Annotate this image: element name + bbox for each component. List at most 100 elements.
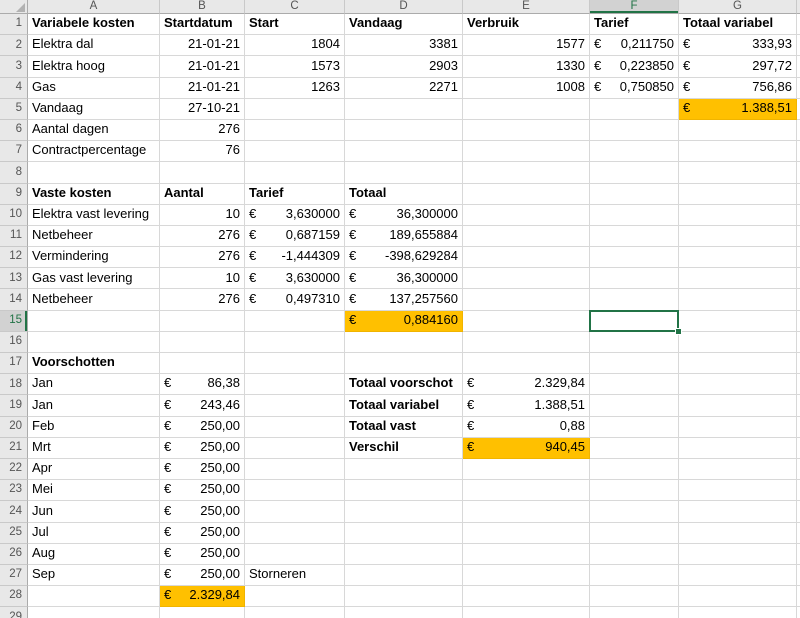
- cell-E22[interactable]: [463, 458, 590, 481]
- cell-D16[interactable]: [345, 331, 463, 353]
- fill-handle[interactable]: [675, 327, 682, 335]
- cell-D22[interactable]: [345, 458, 463, 481]
- cell-G28[interactable]: [679, 586, 797, 608]
- cell-C17[interactable]: [245, 353, 345, 375]
- cell-C10[interactable]: €3,630000: [245, 204, 345, 226]
- cell-A19[interactable]: Jan: [28, 395, 160, 417]
- cell-B27[interactable]: €250,00: [160, 564, 245, 587]
- cell-F18[interactable]: [590, 374, 679, 396]
- cell-B14[interactable]: 276: [160, 289, 245, 311]
- cell-A21[interactable]: Mrt: [28, 437, 160, 459]
- cell-F25[interactable]: [590, 522, 679, 544]
- row-header-2[interactable]: 2: [0, 35, 28, 57]
- cell-D6[interactable]: [345, 119, 463, 142]
- row-header-3[interactable]: 3: [0, 56, 28, 78]
- cell-B10[interactable]: 10: [160, 204, 245, 226]
- row-header-1[interactable]: 1: [0, 14, 28, 36]
- cell-C5[interactable]: [245, 98, 345, 120]
- cell-D9[interactable]: Totaal: [345, 183, 463, 205]
- row-header-10[interactable]: 10: [0, 204, 28, 226]
- cell-G15[interactable]: [679, 310, 797, 332]
- cell-B6[interactable]: 276: [160, 119, 245, 142]
- cell-A8[interactable]: [28, 162, 160, 184]
- cell-D15[interactable]: €0,884160: [345, 310, 463, 332]
- cell-F16[interactable]: [590, 331, 679, 353]
- cell-G7[interactable]: [679, 141, 797, 163]
- cell-A7[interactable]: Contractpercentage: [28, 141, 160, 163]
- column-header-G[interactable]: G: [679, 0, 797, 14]
- cell-E7[interactable]: [463, 141, 590, 163]
- cell-C13[interactable]: €3,630000: [245, 268, 345, 290]
- cell-B28[interactable]: €2.329,84: [160, 586, 245, 608]
- cell-C21[interactable]: [245, 437, 345, 459]
- cell-D25[interactable]: [345, 522, 463, 544]
- cell-B16[interactable]: [160, 331, 245, 353]
- cell-G12[interactable]: [679, 247, 797, 269]
- cell-D26[interactable]: [345, 543, 463, 565]
- cell-D29[interactable]: [345, 607, 463, 618]
- cell-A6[interactable]: Aantal dagen: [28, 119, 160, 142]
- cell-C14[interactable]: €0,497310: [245, 289, 345, 311]
- cell-D7[interactable]: [345, 141, 463, 163]
- cell-B21[interactable]: €250,00: [160, 437, 245, 459]
- cell-B7[interactable]: 76: [160, 141, 245, 163]
- cell-F13[interactable]: [590, 268, 679, 290]
- cell-F20[interactable]: [590, 416, 679, 438]
- cell-A27[interactable]: Sep: [28, 564, 160, 587]
- cell-E6[interactable]: [463, 119, 590, 142]
- row-header-14[interactable]: 14: [0, 289, 28, 311]
- cell-G11[interactable]: [679, 225, 797, 248]
- cell-C26[interactable]: [245, 543, 345, 565]
- cell-A2[interactable]: Elektra dal: [28, 35, 160, 57]
- cell-D23[interactable]: [345, 480, 463, 502]
- cell-F5[interactable]: [590, 98, 679, 120]
- row-header-13[interactable]: 13: [0, 268, 28, 290]
- row-header-28[interactable]: 28: [0, 586, 28, 608]
- cell-C6[interactable]: [245, 119, 345, 142]
- row-header-23[interactable]: 23: [0, 480, 28, 502]
- cell-F3[interactable]: €0,223850: [590, 56, 679, 78]
- cell-F24[interactable]: [590, 501, 679, 523]
- cell-F4[interactable]: €0,750850: [590, 77, 679, 99]
- cell-A28[interactable]: [28, 586, 160, 608]
- cell-A29[interactable]: [28, 607, 160, 618]
- cell-B2[interactable]: 21-01-21: [160, 35, 245, 57]
- cell-A4[interactable]: Gas: [28, 77, 160, 99]
- cell-G14[interactable]: [679, 289, 797, 311]
- cell-C23[interactable]: [245, 480, 345, 502]
- row-header-29[interactable]: 29: [0, 607, 28, 618]
- cell-B12[interactable]: 276: [160, 247, 245, 269]
- cell-C18[interactable]: [245, 374, 345, 396]
- cell-C20[interactable]: [245, 416, 345, 438]
- cell-E28[interactable]: [463, 586, 590, 608]
- row-header-22[interactable]: 22: [0, 458, 28, 481]
- cell-G13[interactable]: [679, 268, 797, 290]
- row-header-18[interactable]: 18: [0, 374, 28, 396]
- cell-D2[interactable]: 3381: [345, 35, 463, 57]
- cell-B25[interactable]: €250,00: [160, 522, 245, 544]
- cell-G18[interactable]: [679, 374, 797, 396]
- cell-D13[interactable]: €36,300000: [345, 268, 463, 290]
- cell-D27[interactable]: [345, 564, 463, 587]
- cell-E20[interactable]: €0,88: [463, 416, 590, 438]
- cell-F28[interactable]: [590, 586, 679, 608]
- row-header-6[interactable]: 6: [0, 119, 28, 142]
- cell-F1[interactable]: Tarief: [590, 14, 679, 36]
- row-header-24[interactable]: 24: [0, 501, 28, 523]
- cell-C9[interactable]: Tarief: [245, 183, 345, 205]
- cell-B5[interactable]: 27-10-21: [160, 98, 245, 120]
- cell-G27[interactable]: [679, 564, 797, 587]
- cell-B11[interactable]: 276: [160, 225, 245, 248]
- cell-A26[interactable]: Aug: [28, 543, 160, 565]
- cell-D11[interactable]: €189,655884: [345, 225, 463, 248]
- cell-D12[interactable]: € -398,629284: [345, 247, 463, 269]
- row-header-11[interactable]: 11: [0, 225, 28, 248]
- cell-G21[interactable]: [679, 437, 797, 459]
- cell-C15[interactable]: [245, 310, 345, 332]
- row-header-27[interactable]: 27: [0, 564, 28, 587]
- cell-F17[interactable]: [590, 353, 679, 375]
- cell-G24[interactable]: [679, 501, 797, 523]
- cell-A9[interactable]: Vaste kosten: [28, 183, 160, 205]
- cell-A5[interactable]: Vandaag: [28, 98, 160, 120]
- cell-D20[interactable]: Totaal vast: [345, 416, 463, 438]
